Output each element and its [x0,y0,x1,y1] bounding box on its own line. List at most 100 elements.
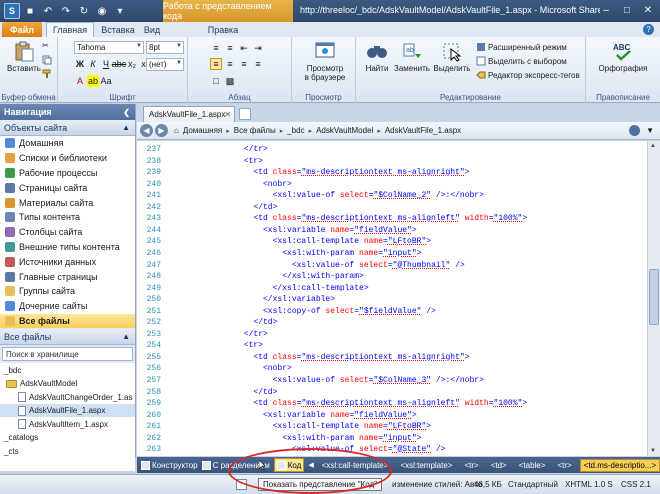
style-changes-status[interactable]: изменение стилей: Авто [392,480,482,489]
shading-icon[interactable]: ▩ [224,75,236,87]
underline-button[interactable]: Ч [100,58,112,70]
back-icon[interactable]: ◀ [140,124,153,137]
undo-icon[interactable]: ↶ [40,3,56,19]
sidebar-item[interactable]: Столбцы сайта [0,224,135,240]
paste-button[interactable]: Вставить [6,40,42,73]
spelling-button[interactable]: ABC Орфография [594,40,652,73]
refresh-icon[interactable]: ↻ [76,3,92,19]
preview-icon[interactable]: ◉ [94,3,110,19]
tag-crumb[interactable]: <table> [515,459,550,472]
sidebar-item[interactable]: Дочерние сайты [0,298,135,314]
tag-crumb[interactable]: <xsl:template> [396,459,456,472]
vertical-scrollbar[interactable]: ▲ ▼ [647,141,660,456]
highlight-button[interactable]: ab [87,75,99,87]
tab-home[interactable]: Главная [46,22,94,37]
change-case-button[interactable]: Aa [100,75,112,87]
subscript-button[interactable]: x₂ [126,58,138,70]
customize-qat-icon[interactable]: ▾ [112,3,128,19]
tree-item[interactable]: _catalogs [0,431,135,445]
find-button[interactable]: Найти [362,40,392,73]
code-editor[interactable]: 237 </tr> 238 <tr> 239 <td class="ms-descr… [137,141,647,456]
preview-in-browser-button[interactable]: Просмотр в браузере [302,40,348,82]
sidebar-item[interactable]: Домашняя [0,136,135,151]
tree-item[interactable]: AdskVaultFile_1.aspx [0,403,135,418]
minimize-icon[interactable]: – [596,2,616,18]
tab-view[interactable]: Вид [140,22,164,37]
mode-status[interactable]: Стандартный [508,480,558,489]
tree-item[interactable]: AdskVaultModel [0,377,135,391]
tag-crumb[interactable]: <td.ms-descriptio...> [579,458,660,472]
breadcrumb-item[interactable]: AdskVaultModel [316,126,373,135]
strikethrough-button[interactable]: abc [112,58,127,70]
all-files-header[interactable]: Все файлы ▲ [0,329,135,346]
chevron-down-icon[interactable]: ▼ [646,126,654,135]
collapse-icon[interactable]: ❮ [123,108,130,117]
search-input[interactable]: Поиск в хранилище [2,347,133,362]
breadcrumb-item[interactable]: _bdc [287,126,304,135]
scroll-up-icon[interactable]: ▲ [650,143,656,149]
font-color-button[interactable]: A [74,75,86,87]
tree-item[interactable]: _bdc [0,363,135,377]
style-select[interactable]: (нет) ▼ [146,58,184,71]
document-tab[interactable]: AdskVaultFile_1.aspx ✕ [143,106,235,122]
css-status[interactable]: CSS 2.1 [621,480,651,489]
bold-button[interactable]: Ж [74,58,86,70]
cut-button[interactable]: ✂ [42,41,49,50]
justify-icon[interactable]: ≡ [252,58,264,70]
select-with-choice-button[interactable]: Выделить с выбором [476,56,567,66]
align-right-icon[interactable]: ≡ [238,58,250,70]
sidebar-item[interactable]: Рабочие процессы [0,165,135,181]
copy-button[interactable] [42,55,52,65]
doctype-status[interactable]: XHTML 1.0 S [565,480,613,489]
font-size-select[interactable]: 8pt ▼ [146,41,184,54]
select-button[interactable]: Выделить [432,40,472,73]
sidebar-item[interactable]: Списки и библиотеки [0,150,135,166]
borders-icon[interactable]: □ [210,75,222,87]
replace-button[interactable]: ab Заменить [392,40,432,73]
increase-indent-icon[interactable]: ⇥ [252,42,264,54]
sidebar-item[interactable]: Материалы сайта [0,195,135,210]
tag-crumb[interactable]: <tr> [460,459,482,472]
new-tab-icon[interactable] [239,108,251,120]
save-icon[interactable]: ■ [22,3,38,19]
redo-icon[interactable]: ↷ [58,3,74,19]
tag-crumb[interactable]: <tr> [553,459,575,472]
code-view-button[interactable]: Код [273,458,305,472]
breadcrumb-item[interactable]: AdskVaultFile_1.aspx [385,126,461,135]
close-icon[interactable]: ✕ [638,2,658,18]
quick-tag-editor-button[interactable]: Редактор экспресс-тегов [476,70,580,80]
tag-crumb[interactable]: <xsl:call-template> [318,459,393,472]
sidebar-item[interactable]: Группы сайта [0,283,135,299]
sidebar-item[interactable]: Главные страницы [0,269,135,284]
advanced-mode-button[interactable]: Расширенный режим [476,42,567,52]
forward-icon[interactable]: ▶ [155,124,168,137]
refresh-page-icon[interactable] [629,125,640,136]
tree-item[interactable]: _cts [0,444,135,458]
breadcrumb-item[interactable]: Все файлы [234,126,276,135]
sidebar-item[interactable]: Типы контента [0,209,135,225]
help-icon[interactable]: ? [643,24,654,35]
align-left-icon[interactable]: ≡ [210,58,222,70]
sidebar-item[interactable]: Источники данных [0,254,135,270]
site-objects-header[interactable]: Объекты сайта ▲ [0,120,135,136]
font-family-select[interactable]: Tahoma ▼ [74,41,144,54]
sidebar-item[interactable]: Внешние типы контента [0,239,135,255]
tag-crumb[interactable]: <td> [487,459,511,472]
scrollbar-thumb[interactable] [649,269,659,325]
maximize-icon[interactable]: □ [617,2,637,18]
tab-insert[interactable]: Вставка [96,22,140,37]
tab-edit[interactable]: Правка [205,22,241,37]
numbering-icon[interactable]: ≡ [224,42,236,54]
close-tab-icon[interactable]: ✕ [224,110,231,119]
tab-file[interactable]: Файл [2,22,42,37]
decrease-indent-icon[interactable]: ⇤ [238,42,250,54]
scroll-down-icon[interactable]: ▼ [650,448,656,454]
tree-item[interactable]: AdskVaultChangeOrder_1.as [0,390,135,404]
italic-button[interactable]: К [87,58,99,70]
align-center-icon[interactable]: ≡ [224,58,236,70]
bullets-icon[interactable]: ≡ [210,42,222,54]
design-view-button[interactable]: Конструктор [141,460,198,470]
tree-item[interactable]: AdskVaultItem_1.aspx [0,417,135,431]
sidebar-item[interactable]: Все файлы [0,313,135,329]
sidebar-item[interactable]: Страницы сайта [0,180,135,196]
